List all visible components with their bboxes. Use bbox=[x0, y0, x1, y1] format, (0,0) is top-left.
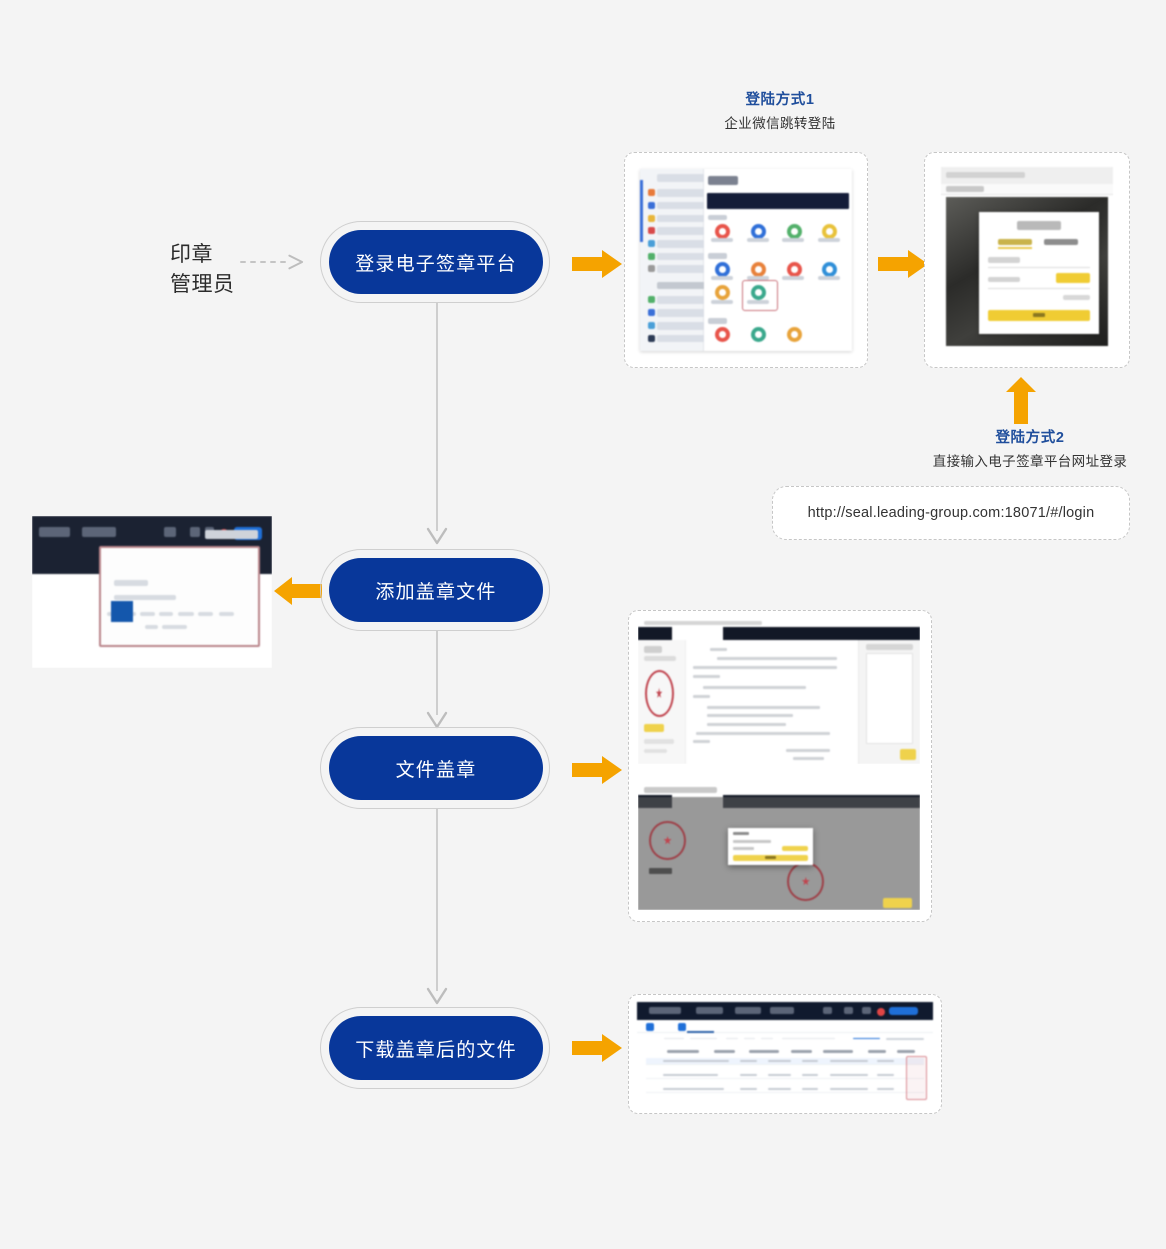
login-url-text: http://seal.leading-group.com:18071/#/lo… bbox=[807, 505, 1095, 521]
node-login-label: 登录电子签章平台 bbox=[355, 253, 517, 275]
flowchart-canvas: 登陆方式1 企业微信跳转登陆 印章 管理员 登录电子签章平台 登陆方式2 直接输… bbox=[0, 0, 1166, 1249]
node-download[interactable]: 下载盖章后的文件 bbox=[320, 1007, 552, 1091]
screenshot-wecom-app-grid-frame bbox=[624, 152, 868, 368]
arrow-download-to-list-icon bbox=[572, 1034, 622, 1062]
node-add-file[interactable]: 添加盖章文件 bbox=[320, 549, 552, 633]
arrow-login-method-2-up-icon bbox=[1006, 377, 1036, 424]
screenshot-seal-login-frame bbox=[924, 152, 1130, 368]
screenshot-seal-verify-modal-frame bbox=[638, 786, 920, 910]
screenshot-upload-file bbox=[32, 516, 272, 668]
login-method-1-title: 登陆方式1 bbox=[745, 92, 815, 108]
seal-preview-icon bbox=[644, 669, 674, 717]
screenshot-seal-document bbox=[638, 620, 920, 764]
screenshot-seal-verify-modal bbox=[638, 786, 920, 910]
login-url-pill[interactable]: http://seal.leading-group.com:18071/#/lo… bbox=[772, 486, 1130, 540]
connector-stamp-to-download bbox=[426, 809, 448, 1005]
node-add-file-label: 添加盖章文件 bbox=[375, 581, 497, 603]
table-row[interactable] bbox=[645, 1086, 925, 1093]
arrow-addfile-to-upload-icon bbox=[274, 577, 322, 605]
verify-code-dialog bbox=[728, 828, 813, 866]
node-download-pill: 下载盖章后的文件 bbox=[329, 1016, 543, 1080]
screenshot-upload-file-frame bbox=[32, 516, 272, 668]
actor-label: 印章 管理员 bbox=[170, 243, 235, 297]
screenshot-seal-document-frame bbox=[638, 620, 920, 764]
node-stamp-pill: 文件盖章 bbox=[329, 736, 543, 800]
arrow-stamp-to-screenshots-icon bbox=[572, 756, 622, 784]
login-method-2-subtitle: 直接输入电子签章平台网址登录 bbox=[932, 454, 1128, 469]
login-method-1-subtitle: 企业微信跳转登陆 bbox=[724, 116, 836, 131]
uploaded-file-highlight bbox=[99, 546, 260, 647]
node-login[interactable]: 登录电子签章平台 bbox=[320, 221, 552, 305]
seal-stamp-right-icon bbox=[787, 861, 825, 902]
connector-addfile-to-stamp bbox=[426, 631, 448, 729]
screenshot-download-list-frame bbox=[628, 994, 942, 1114]
screenshot-download-list bbox=[637, 1002, 933, 1106]
login-method-2-title: 登陆方式2 bbox=[995, 430, 1065, 446]
table-row[interactable] bbox=[645, 1072, 925, 1079]
connector-login-to-addfile bbox=[426, 303, 448, 545]
node-login-pill: 登录电子签章平台 bbox=[329, 230, 543, 294]
seal-stamp-left-icon bbox=[649, 820, 686, 861]
screenshot-seal-login bbox=[941, 167, 1113, 353]
wecom-seal-app-highlight bbox=[742, 280, 778, 311]
node-add-file-pill: 添加盖章文件 bbox=[329, 558, 543, 622]
actor-dashed-arrow-icon bbox=[240, 254, 304, 270]
arrow-login-to-wecom-icon bbox=[572, 250, 622, 278]
node-stamp-label: 文件盖章 bbox=[395, 759, 477, 781]
node-download-label: 下载盖章后的文件 bbox=[355, 1039, 517, 1061]
table-row[interactable] bbox=[645, 1058, 925, 1065]
arrow-wecom-to-login-icon bbox=[878, 250, 928, 278]
screenshot-wecom-app-grid bbox=[640, 169, 852, 351]
download-action-highlight bbox=[906, 1055, 928, 1101]
node-stamp[interactable]: 文件盖章 bbox=[320, 727, 552, 811]
